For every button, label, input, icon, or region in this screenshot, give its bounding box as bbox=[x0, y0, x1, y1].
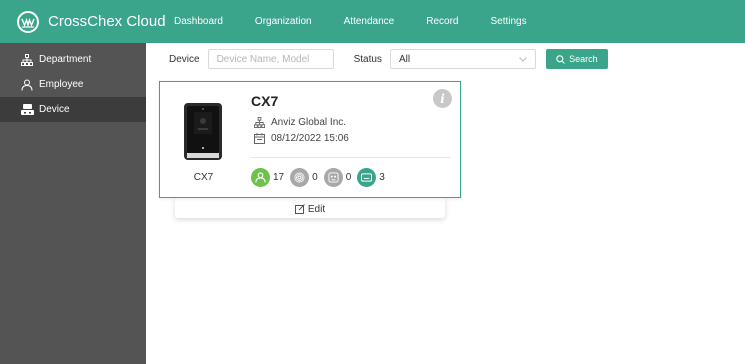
edit-device-button[interactable]: Edit bbox=[175, 197, 445, 218]
card-count-stat: 3 bbox=[357, 168, 385, 187]
sidebar-item-label: Department bbox=[39, 54, 92, 65]
brand-name: CrossChex Cloud bbox=[48, 13, 166, 30]
nav-attendance[interactable]: Attendance bbox=[344, 16, 395, 27]
face-icon bbox=[323, 168, 343, 187]
device-model-title: CX7 bbox=[251, 93, 279, 109]
user-count-stat: 17 bbox=[251, 168, 284, 187]
card-count: 3 bbox=[379, 172, 385, 183]
nav-organization[interactable]: Organization bbox=[255, 16, 312, 27]
face-count-stat: 0 bbox=[323, 168, 352, 187]
status-filter-label: Status bbox=[353, 53, 382, 65]
status-select[interactable]: All bbox=[389, 49, 536, 69]
sidebar-item-department[interactable]: Department bbox=[0, 47, 146, 72]
nav-settings[interactable]: Settings bbox=[490, 16, 526, 27]
search-button[interactable]: Search bbox=[545, 49, 608, 69]
device-image bbox=[182, 102, 224, 162]
sidebar-item-label: Employee bbox=[39, 79, 84, 90]
calendar-icon bbox=[253, 132, 265, 144]
device-card[interactable]: CX7 CX7 i Anviz Global Inc. 08/12/2022 1… bbox=[159, 81, 461, 198]
brand-logo-icon bbox=[17, 10, 39, 33]
fingerprint-icon bbox=[290, 168, 310, 187]
nav-dashboard[interactable]: Dashboard bbox=[174, 16, 223, 27]
filter-bar: Device Status All Search bbox=[169, 49, 608, 69]
device-search-input[interactable] bbox=[207, 49, 334, 69]
org-chart-icon bbox=[253, 116, 265, 128]
status-select-value: All bbox=[398, 53, 411, 65]
search-button-label: Search bbox=[569, 54, 598, 64]
card-divider bbox=[251, 157, 451, 158]
device-icon bbox=[20, 103, 34, 117]
device-datetime-row: 08/12/2022 15:06 bbox=[253, 132, 349, 144]
info-icon[interactable]: i bbox=[433, 89, 452, 108]
edit-icon bbox=[294, 204, 305, 214]
top-bar: CrossChex Cloud Dashboard Organization A… bbox=[0, 0, 745, 43]
org-chart-icon bbox=[20, 53, 34, 67]
sidebar: Department Employee Device bbox=[0, 43, 146, 364]
device-company-row: Anviz Global Inc. bbox=[253, 116, 346, 128]
device-filter-label: Device bbox=[169, 53, 200, 65]
user-count: 17 bbox=[273, 172, 285, 183]
person-icon bbox=[20, 78, 34, 92]
card-icon bbox=[357, 168, 377, 187]
brand[interactable]: CrossChex Cloud bbox=[0, 10, 170, 33]
main-nav: Dashboard Organization Attendance Record… bbox=[174, 16, 559, 27]
chevron-down-icon bbox=[519, 54, 527, 65]
device-caption: CX7 bbox=[193, 172, 214, 183]
device-datetime: 08/12/2022 15:06 bbox=[271, 132, 349, 144]
sidebar-item-label: Device bbox=[39, 104, 70, 115]
face-count: 0 bbox=[345, 172, 352, 183]
fingerprint-count-stat: 0 bbox=[290, 168, 318, 187]
nav-record[interactable]: Record bbox=[426, 16, 458, 27]
fingerprint-count: 0 bbox=[312, 172, 318, 183]
device-company: Anviz Global Inc. bbox=[271, 116, 347, 128]
search-icon bbox=[556, 54, 566, 64]
device-stats: 17 0 0 3 bbox=[251, 168, 391, 187]
edit-label: Edit bbox=[307, 203, 326, 215]
user-icon bbox=[251, 168, 270, 187]
sidebar-item-device[interactable]: Device bbox=[0, 97, 146, 122]
sidebar-item-employee[interactable]: Employee bbox=[0, 72, 146, 97]
